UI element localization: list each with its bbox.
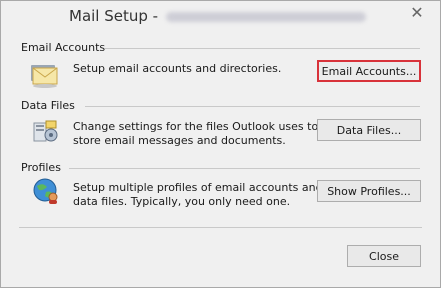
redacted-email (166, 11, 367, 22)
dialog-title-text: Mail Setup - (69, 7, 159, 25)
email-accounts-description: Setup email accounts and directories. (73, 62, 282, 75)
profiles-description-line2: data files. Typically, you only need one… (73, 195, 291, 208)
data-files-description-line1: Change settings for the files Outlook us… (73, 120, 319, 133)
show-profiles-button[interactable]: Show Profiles... (317, 180, 421, 202)
data-files-button[interactable]: Data Files... (317, 119, 421, 141)
section-label-data-files: Data Files (21, 99, 75, 112)
envelope-icon (31, 65, 58, 88)
profiles-globe-icon (33, 178, 58, 204)
data-files-description-line2: store email messages and documents. (73, 134, 286, 147)
section-label-email-accounts: Email Accounts (21, 41, 106, 54)
section-label-profiles: Profiles (21, 161, 61, 174)
mail-setup-dialog: Mail Setup - ✕ Email Accounts Setup emai… (0, 0, 441, 288)
section-divider (85, 106, 420, 107)
data-files-icon (33, 120, 58, 142)
data-files-description: Change settings for the files Outlook us… (73, 120, 318, 148)
section-divider (69, 168, 420, 169)
title-bar: Mail Setup - ✕ (1, 1, 440, 33)
profiles-description: Setup multiple profiles of email account… (73, 181, 323, 209)
profiles-description-line1: Setup multiple profiles of email account… (73, 181, 323, 194)
dialog-title: Mail Setup - (69, 7, 367, 25)
section-divider (105, 48, 420, 49)
close-button[interactable]: Close (347, 245, 421, 267)
close-icon[interactable]: ✕ (404, 4, 430, 22)
footer-divider (19, 227, 422, 228)
email-accounts-button[interactable]: Email Accounts... (317, 60, 421, 82)
